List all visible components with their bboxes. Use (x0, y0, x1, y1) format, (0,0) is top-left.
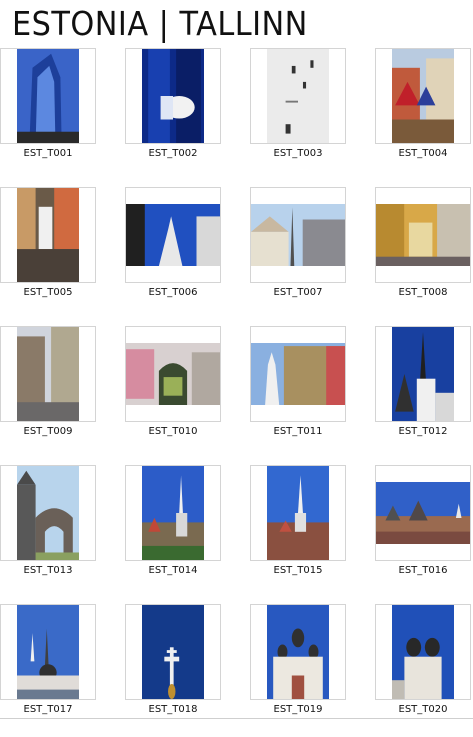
thumbnail-frame[interactable] (125, 326, 221, 422)
thumbnail-item[interactable]: EST_T017 (0, 603, 96, 737)
page-title: ESTONIA | TALLINN (12, 4, 308, 43)
thumbnail-item[interactable]: EST_T010 (125, 325, 221, 459)
thumbnail-frame[interactable] (0, 326, 96, 422)
thumbnail-caption: EST_T012 (398, 426, 448, 437)
thumbnail-photo[interactable] (142, 605, 204, 699)
thumbnail-photo[interactable] (392, 327, 454, 421)
thumbnail-item[interactable]: EST_T009 (0, 325, 96, 459)
thumbnail-photo[interactable] (142, 466, 204, 560)
thumbnail-item[interactable]: EST_T011 (250, 325, 346, 459)
thumbnail-frame[interactable] (125, 465, 221, 561)
thumbnail-frame[interactable] (0, 48, 96, 144)
thumbnail-photo[interactable] (251, 204, 345, 266)
thumbnail-photo[interactable] (17, 327, 79, 421)
thumbnail-photo[interactable] (17, 188, 79, 282)
thumbnail-photo[interactable] (267, 605, 329, 699)
thumbnail-photo[interactable] (251, 343, 345, 405)
thumbnail-frame[interactable] (250, 187, 346, 283)
thumbnail-caption: EST_T004 (398, 148, 448, 159)
thumbnail-caption: EST_T006 (148, 287, 198, 298)
thumbnail-frame[interactable] (375, 187, 471, 283)
thumbnail-caption: EST_T003 (273, 148, 323, 159)
thumbnail-frame[interactable] (0, 604, 96, 700)
thumbnail-photo[interactable] (17, 49, 79, 143)
thumbnail-caption: EST_T018 (148, 704, 198, 715)
thumbnail-item[interactable]: EST_T004 (375, 47, 471, 181)
thumbnail-frame[interactable] (125, 604, 221, 700)
thumbnail-item[interactable]: EST_T003 (250, 47, 346, 181)
thumbnail-caption: EST_T005 (23, 287, 73, 298)
thumbnail-caption: EST_T019 (273, 704, 323, 715)
thumbnail-photo[interactable] (142, 49, 204, 143)
thumbnail-frame[interactable] (375, 326, 471, 422)
thumbnail-caption: EST_T011 (273, 426, 323, 437)
thumbnail-item[interactable]: EST_T005 (0, 186, 96, 320)
thumbnail-item[interactable]: EST_T019 (250, 603, 346, 737)
thumbnail-item[interactable]: EST_T018 (125, 603, 221, 737)
thumbnail-photo[interactable] (267, 466, 329, 560)
thumbnail-caption: EST_T001 (23, 148, 73, 159)
thumbnail-caption: EST_T002 (148, 148, 198, 159)
thumbnail-caption: EST_T009 (23, 426, 73, 437)
thumbnail-caption: EST_T013 (23, 565, 73, 576)
thumbnail-caption: EST_T020 (398, 704, 448, 715)
thumbnail-photo[interactable] (17, 466, 79, 560)
thumbnail-caption: EST_T010 (148, 426, 198, 437)
thumbnail-photo[interactable] (126, 343, 220, 405)
thumbnail-frame[interactable] (375, 604, 471, 700)
thumbnail-caption: EST_T008 (398, 287, 448, 298)
thumbnail-frame[interactable] (375, 465, 471, 561)
thumbnail-frame[interactable] (125, 48, 221, 144)
thumbnail-photo[interactable] (376, 482, 470, 544)
thumbnail-frame[interactable] (250, 48, 346, 144)
thumbnail-caption: EST_T015 (273, 565, 323, 576)
thumbnail-item[interactable]: EST_T012 (375, 325, 471, 459)
thumbnail-caption: EST_T007 (273, 287, 323, 298)
thumbnail-photo[interactable] (17, 605, 79, 699)
thumbnail-frame[interactable] (375, 48, 471, 144)
thumbnail-item[interactable]: EST_T006 (125, 186, 221, 320)
thumbnail-photo[interactable] (267, 49, 329, 143)
thumbnail-frame[interactable] (250, 604, 346, 700)
thumbnail-photo[interactable] (392, 605, 454, 699)
thumbnail-frame[interactable] (0, 465, 96, 561)
thumbnail-item[interactable]: EST_T015 (250, 464, 346, 598)
thumbnail-photo[interactable] (376, 204, 470, 266)
thumbnail-caption: EST_T017 (23, 704, 73, 715)
thumbnail-item[interactable]: EST_T020 (375, 603, 471, 737)
thumbnail-frame[interactable] (250, 465, 346, 561)
thumbnail-item[interactable]: EST_T008 (375, 186, 471, 320)
thumbnail-item[interactable]: EST_T001 (0, 47, 96, 181)
thumbnail-photo[interactable] (392, 49, 454, 143)
thumbnail-frame[interactable] (0, 187, 96, 283)
thumbnail-item[interactable]: EST_T014 (125, 464, 221, 598)
thumbnail-item[interactable]: EST_T002 (125, 47, 221, 181)
thumbnail-item[interactable]: EST_T013 (0, 464, 96, 598)
bottom-divider (0, 718, 473, 719)
thumbnail-frame[interactable] (250, 326, 346, 422)
thumbnail-item[interactable]: EST_T016 (375, 464, 471, 598)
thumbnail-caption: EST_T016 (398, 565, 448, 576)
thumbnail-item[interactable]: EST_T007 (250, 186, 346, 320)
thumbnail-photo[interactable] (126, 204, 220, 266)
thumbnail-frame[interactable] (125, 187, 221, 283)
thumbnail-caption: EST_T014 (148, 565, 198, 576)
